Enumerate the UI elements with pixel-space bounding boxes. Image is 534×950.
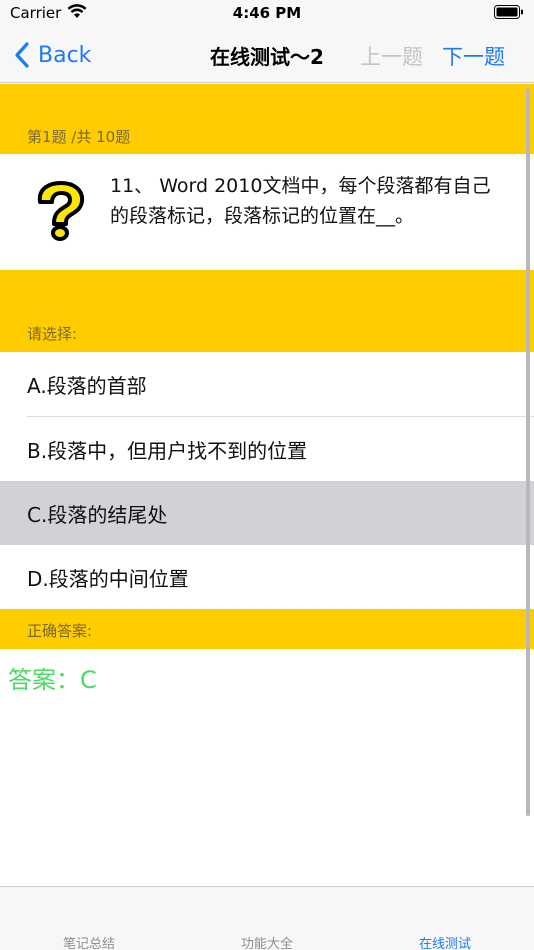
question-progress-header: 第1题 /共 10题 bbox=[0, 84, 534, 154]
option-label: A.段落的首部 bbox=[27, 373, 147, 398]
tab-features[interactable]: 功能大全 bbox=[207, 933, 327, 950]
previous-question-button[interactable]: 上一题 bbox=[360, 41, 423, 71]
answer-header: 正确答案: bbox=[0, 609, 534, 649]
question-text: 11、 Word 2010文档中，每个段落都有自己的段落标记，段落标记的位置在_… bbox=[110, 175, 491, 227]
option-a[interactable]: A.段落的首部 bbox=[0, 352, 534, 416]
correct-answer: 答案：C bbox=[8, 666, 97, 694]
status-bar: Carrier 4:46 PM bbox=[0, 0, 534, 28]
scroll-indicator[interactable] bbox=[526, 88, 530, 816]
next-question-button[interactable]: 下一题 bbox=[442, 41, 505, 71]
option-b[interactable]: B.段落中，但用户找不到的位置 bbox=[0, 417, 534, 481]
question-progress: 第1题 /共 10题 bbox=[27, 128, 131, 146]
option-c[interactable]: C.段落的结尾处 bbox=[0, 481, 534, 545]
tab-bar: 笔记总结 功能大全 在线测试 bbox=[0, 886, 534, 950]
choices-header: 请选择: bbox=[0, 270, 534, 352]
option-label: D.段落的中间位置 bbox=[27, 566, 189, 591]
choices-header-label: 请选择: bbox=[27, 325, 78, 343]
question-mark-icon bbox=[37, 181, 85, 241]
option-label: B.段落中，但用户找不到的位置 bbox=[27, 438, 308, 463]
battery-icon bbox=[494, 5, 523, 19]
option-d[interactable]: D.段落的中间位置 bbox=[0, 545, 534, 609]
option-label: C.段落的结尾处 bbox=[27, 502, 168, 527]
answer-header-label: 正确答案: bbox=[27, 622, 93, 640]
tab-notes[interactable]: 笔记总结 bbox=[29, 933, 149, 950]
navigation-bar: Back 在线测试～2 上一题 下一题 bbox=[0, 28, 534, 83]
clock: 4:46 PM bbox=[232, 4, 302, 22]
tab-online-test[interactable]: 在线测试 bbox=[385, 933, 505, 950]
